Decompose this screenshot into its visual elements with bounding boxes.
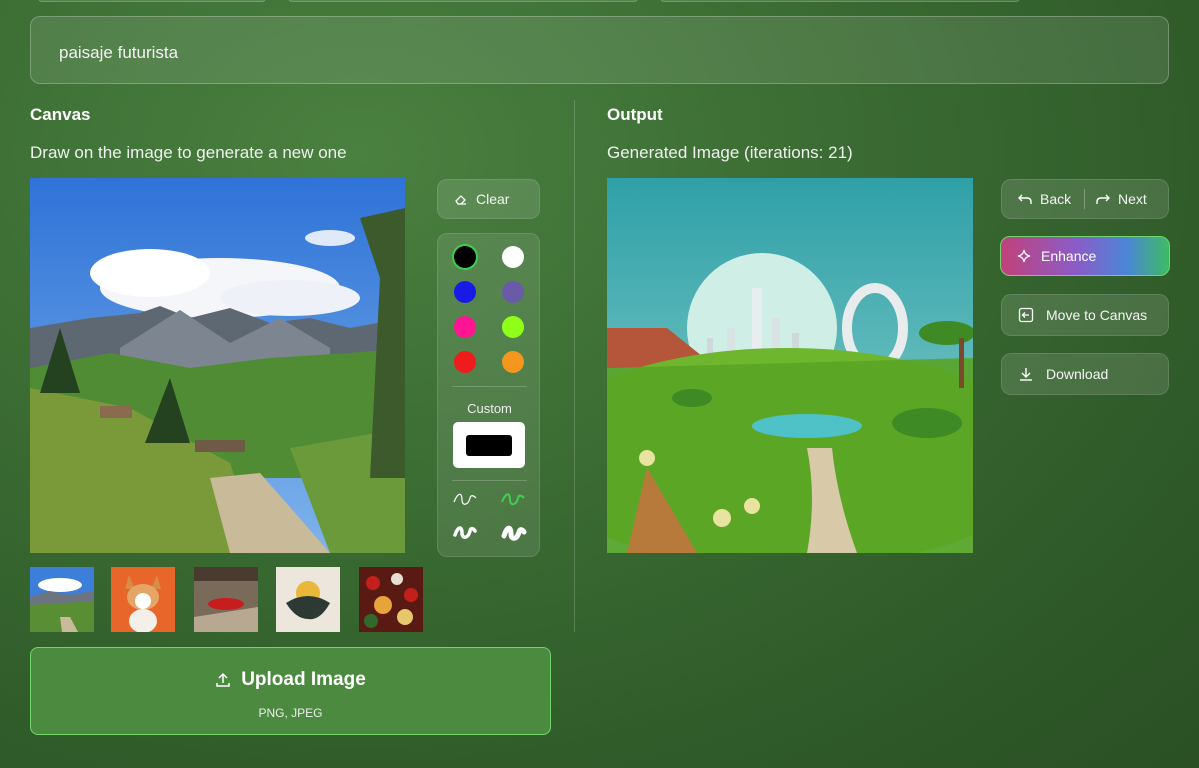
move-to-canvas-button[interactable]: Move to Canvas <box>1001 294 1169 336</box>
brush-thick-icon[interactable] <box>452 522 478 542</box>
color-swatch-purple[interactable] <box>502 281 524 303</box>
upload-hint: PNG, JPEG <box>258 706 323 720</box>
enhance-button[interactable]: Enhance <box>1000 236 1170 276</box>
canvas-subtitle: Draw on the image to generate a new one <box>30 143 347 162</box>
mountain-trail-thumbnail[interactable] <box>30 567 94 632</box>
prompt-input[interactable]: paisaje futurista <box>30 16 1169 84</box>
brush-thin-icon[interactable] <box>452 490 478 508</box>
output-title: Output <box>607 105 663 124</box>
sparkle-icon <box>1017 249 1031 263</box>
clear-label: Clear <box>476 191 510 207</box>
clear-button[interactable]: Clear <box>437 179 540 219</box>
move-to-canvas-icon <box>1018 307 1034 323</box>
redo-icon <box>1096 193 1110 205</box>
back-button[interactable]: Back <box>1018 180 1071 218</box>
nav-separator <box>1084 189 1085 209</box>
canvas-title: Canvas <box>30 105 91 124</box>
next-button[interactable]: Next <box>1096 180 1147 218</box>
top-control-stub <box>38 0 266 2</box>
red-car-thumbnail[interactable] <box>194 567 258 632</box>
food-platter-thumbnail[interactable] <box>359 567 423 632</box>
drawing-canvas[interactable] <box>30 178 405 553</box>
corgi-dog-thumbnail[interactable] <box>111 567 175 632</box>
color-swatch-white[interactable] <box>502 246 524 268</box>
undo-icon <box>1018 193 1032 205</box>
color-palette: Custom <box>437 233 540 557</box>
color-swatch-lime[interactable] <box>502 316 524 338</box>
enhance-label: Enhance <box>1041 248 1097 264</box>
output-subtitle: Generated Image (iterations: 21) <box>607 143 853 162</box>
color-swatch-blue[interactable] <box>454 281 476 303</box>
generated-image <box>607 178 973 553</box>
sunset-art-thumbnail[interactable] <box>276 567 340 632</box>
color-swatch-pink[interactable] <box>454 316 476 338</box>
download-icon <box>1018 366 1034 382</box>
color-swatch-black[interactable] <box>454 246 476 268</box>
download-label: Download <box>1046 366 1109 382</box>
palette-divider <box>452 386 527 387</box>
color-swatch-red[interactable] <box>454 351 476 373</box>
brush-medium-icon[interactable] <box>500 490 526 508</box>
eraser-icon <box>454 192 468 206</box>
history-navigation: Back Next <box>1001 179 1169 219</box>
back-label: Back <box>1040 191 1072 207</box>
top-control-stub <box>660 0 1020 2</box>
next-label: Next <box>1118 191 1147 207</box>
custom-color-picker[interactable] <box>453 422 525 468</box>
upload-image-button[interactable]: Upload Image PNG, JPEG <box>30 647 551 735</box>
color-swatch-orange[interactable] <box>502 351 524 373</box>
top-control-stub <box>288 0 638 2</box>
brush-extra-thick-icon[interactable] <box>500 522 528 544</box>
custom-color-label: Custom <box>467 401 512 416</box>
upload-label: Upload Image <box>241 669 366 690</box>
palette-divider <box>452 480 527 481</box>
upload-icon <box>215 672 231 688</box>
download-button[interactable]: Download <box>1001 353 1169 395</box>
move-to-canvas-label: Move to Canvas <box>1046 307 1148 323</box>
column-divider <box>574 100 575 632</box>
